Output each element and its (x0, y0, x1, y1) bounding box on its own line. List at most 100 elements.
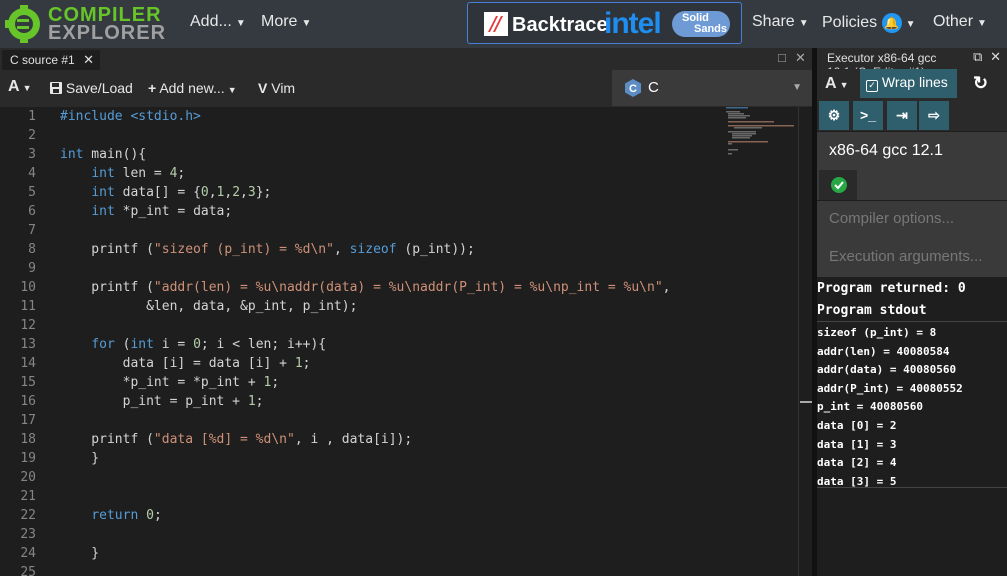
executor-title-line1: Executor x86-64 gcc (827, 51, 937, 65)
stdout-line: data [0] = 2 (817, 419, 897, 432)
code-text: return 0; (91, 508, 162, 523)
stdout-line: addr(P_int) = 40080552 (817, 381, 963, 395)
more-menu[interactable]: More ▼ (261, 13, 311, 31)
vim-label: Vim (271, 80, 296, 96)
code-line[interactable]: 3 int main(){ (0, 145, 800, 164)
sands-label: Sands (694, 23, 728, 35)
popout-icon[interactable]: ⧉ (973, 49, 982, 64)
code-line[interactable]: 1 #include <stdio.h> (0, 107, 800, 126)
line-number: 25 (20, 565, 36, 576)
line-number: 6 (28, 204, 36, 219)
code-line[interactable]: 12 (0, 316, 800, 335)
execution-arguments-input[interactable]: Execution arguments... (817, 239, 1007, 277)
compiler-picker[interactable]: x86-64 gcc 12.1 (817, 132, 1007, 170)
executor-tab[interactable]: Executor x86-64 gcc 12.1 (C, Editor #1) … (817, 48, 1007, 79)
sponsor-banner[interactable]: Backtrace intel Solid Sands (467, 2, 742, 44)
code-line[interactable]: 19 } (0, 449, 800, 468)
code-line[interactable]: 25 (0, 563, 800, 576)
line-number: 19 (20, 451, 36, 466)
code-line[interactable]: 15 *p_int = *p_int + 1; (0, 373, 800, 392)
code-line[interactable]: 9 (0, 259, 800, 278)
other-menu[interactable]: Other ▼ (933, 13, 987, 31)
code-text: *p_int = *p_int + 1; (60, 375, 280, 390)
add-menu[interactable]: Add... ▼ (190, 13, 246, 31)
code-line[interactable]: 6 int *p_int = data; (0, 202, 800, 221)
code-line[interactable]: 7 (0, 221, 800, 240)
close-icon[interactable]: ✕ (83, 52, 94, 68)
terminal-icon: >_ (860, 107, 876, 123)
code-line[interactable]: 13 for (int i = 0; i < len; i++){ (0, 335, 800, 354)
checkbox-icon: ✓ (866, 80, 878, 92)
code-line[interactable]: 20 (0, 468, 800, 487)
backtrace-label: Backtrace (512, 14, 608, 36)
compiler-options-input[interactable]: Compiler options... (817, 201, 1007, 239)
code-line[interactable]: 21 (0, 487, 800, 506)
compiler-output-toggle[interactable]: >_ (853, 101, 883, 130)
refresh-icon[interactable]: ↻ (973, 73, 988, 94)
code-text: } (60, 451, 100, 466)
add-new-label: Add new... (159, 80, 225, 96)
language-label: C (648, 79, 659, 96)
vim-icon: V (258, 80, 268, 96)
caret-down-icon: ▼ (798, 18, 809, 29)
code-line[interactable]: 10 printf ("addr(len) = %u\naddr(data) =… (0, 278, 800, 297)
success-check-icon (831, 177, 847, 193)
compiler-explorer-logo[interactable]: COMPILER EXPLORER (4, 2, 165, 46)
save-load-button[interactable]: Save/Load (50, 80, 133, 96)
code-editor[interactable]: 1 #include <stdio.h> 2 3 int main(){4 int le… (0, 107, 812, 576)
gear-logo-icon (5, 5, 40, 43)
add-new-button[interactable]: + Add new... ▼ (148, 80, 237, 96)
close-icon[interactable]: ✕ (990, 49, 1001, 64)
plus-icon: + (148, 80, 157, 96)
compile-status-row (817, 170, 1007, 200)
line-number: 5 (28, 185, 36, 200)
editor-minimap[interactable] (724, 107, 794, 167)
code-line[interactable]: 16 p_int = p_int + 1; (0, 392, 800, 411)
program-stdout-heading: Program stdout (817, 303, 927, 318)
line-number: 3 (28, 147, 36, 162)
line-number: 10 (20, 280, 36, 295)
executor-panel: Executor x86-64 gcc 12.1 (C, Editor #1) … (817, 48, 1007, 576)
vim-toggle-button[interactable]: V Vim (258, 80, 295, 96)
intel-label: intel (604, 7, 662, 40)
policies-menu[interactable]: Policies 🔔 ▼ (822, 13, 916, 33)
maximize-icon[interactable]: □ (778, 50, 786, 65)
wrap-lines-toggle[interactable]: ✓ Wrap lines (860, 69, 957, 98)
line-number: 8 (28, 242, 36, 257)
code-line[interactable]: 8 printf ("sizeof (p_int) = %d\n", sizeo… (0, 240, 800, 259)
code-line[interactable]: 23 (0, 525, 800, 544)
close-pane-icon[interactable]: ✕ (795, 50, 806, 66)
code-line[interactable]: 4 int len = 4; (0, 164, 800, 183)
code-line[interactable]: 11 &len, data, &p_int, p_int); (0, 297, 800, 316)
divider (817, 321, 1007, 322)
executor-font-button[interactable]: A ▼ (825, 75, 848, 93)
policies-menu-label: Policies (822, 14, 878, 32)
line-number: 16 (20, 394, 36, 409)
status-cell (819, 170, 857, 200)
tab-label: C source #1 (10, 53, 75, 67)
backtrace-icon (484, 12, 508, 36)
code-text: #include <stdio.h> (60, 109, 201, 124)
execution-output-toggle[interactable]: ⇨ (919, 101, 949, 130)
cogs-icon: ⚙ (827, 107, 841, 123)
sign-in-icon: ⇥ (896, 107, 908, 123)
execution-stdin-toggle[interactable]: ⇥ (887, 101, 917, 130)
code-line[interactable]: 22 return 0; (0, 506, 800, 525)
share-menu[interactable]: Share ▼ (752, 13, 809, 31)
share-menu-label: Share (752, 13, 795, 30)
tab-c-source-1[interactable]: C source #1 ✕ (2, 50, 100, 70)
editor-scrollbar[interactable] (798, 107, 812, 576)
code-line[interactable]: 17 (0, 411, 800, 430)
font-size-button[interactable]: A ▼ (8, 78, 31, 96)
wrap-lines-label: Wrap lines (881, 74, 948, 90)
language-select[interactable]: C C ▼ (612, 70, 812, 106)
code-line[interactable]: 2 (0, 126, 800, 145)
compiler-options-toggle[interactable]: ⚙ (819, 101, 849, 130)
line-number: 15 (20, 375, 36, 390)
code-line[interactable]: 24 } (0, 544, 800, 563)
code-line[interactable]: 18 printf ("data [%d] = %d\n", i , data[… (0, 430, 800, 449)
line-number: 12 (20, 318, 36, 333)
line-number: 4 (28, 166, 36, 181)
code-line[interactable]: 14 data [i] = data [i] + 1; (0, 354, 800, 373)
code-line[interactable]: 5 int data[] = {0,1,2,3}; (0, 183, 800, 202)
